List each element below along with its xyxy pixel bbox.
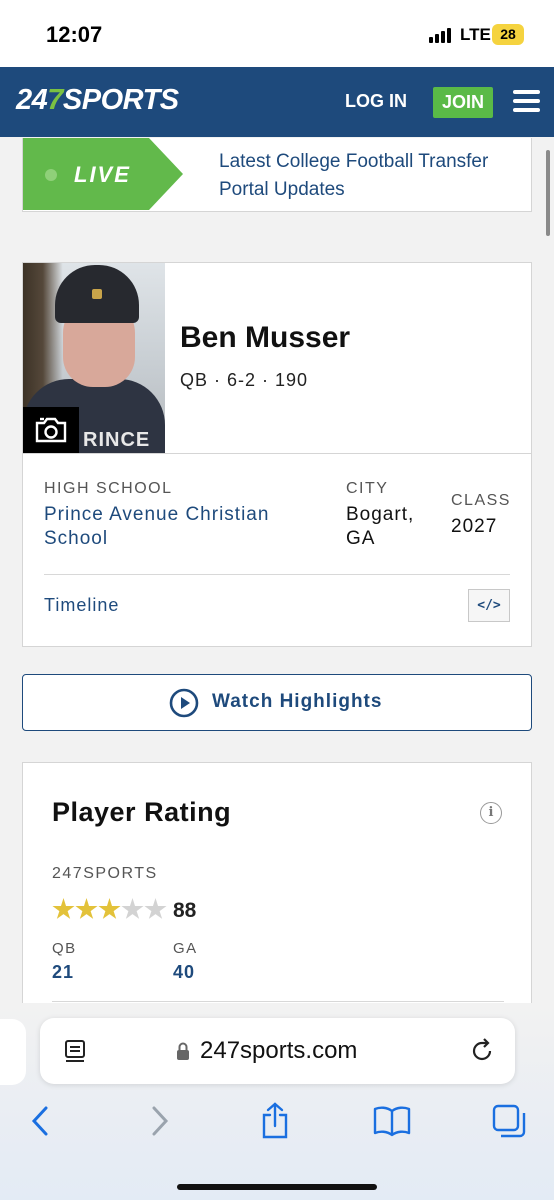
position-rank-link[interactable]: 21	[52, 962, 74, 983]
bookmarks-icon[interactable]	[372, 1101, 412, 1141]
class-value: 2027	[451, 516, 498, 537]
share-icon[interactable]	[255, 1101, 295, 1141]
live-headline-link[interactable]: Latest College Football Transfer Portal …	[219, 148, 519, 204]
divider	[23, 453, 531, 454]
photo-shirt-text: RINCE	[83, 429, 151, 451]
divider	[44, 574, 510, 575]
address-bar[interactable]: 247sports.com	[40, 1018, 515, 1084]
live-banner[interactable]: LIVE Latest College Football Transfer Po…	[22, 138, 532, 212]
logo-text-suffix: SPORTS	[62, 84, 179, 116]
logo-text-prefix: 24	[16, 84, 48, 116]
hamburger-menu-icon[interactable]	[513, 90, 540, 112]
star-empty-icon	[121, 898, 144, 919]
status-time: 12:07	[46, 22, 103, 47]
scrollbar[interactable]	[546, 150, 550, 236]
live-tag-label: LIVE	[74, 162, 131, 187]
high-school-link[interactable]: Prince Avenue Christian School	[44, 503, 304, 551]
star-filled-icon	[98, 898, 121, 919]
watch-highlights-label: Watch Highlights	[212, 691, 383, 712]
city-label: CITY	[346, 480, 389, 497]
high-school-label: HIGH SCHOOL	[44, 480, 173, 497]
live-tag: LIVE	[23, 138, 183, 210]
camera-icon[interactable]	[23, 407, 79, 453]
photo-beanie-logo	[92, 289, 102, 299]
embed-code-icon[interactable]: </>	[468, 589, 510, 622]
position-rank-label: QB	[52, 940, 77, 957]
home-indicator	[177, 1184, 377, 1190]
city-value: Bogart, GA	[346, 504, 415, 549]
play-circle-icon	[169, 688, 199, 718]
rating-source-label: 247SPORTS	[52, 865, 158, 882]
signal-icon	[429, 27, 455, 43]
back-icon[interactable]	[20, 1101, 60, 1141]
rating-score: 88	[173, 899, 197, 922]
player-profile-card: RINCE Ben Musser QB · 6-2 · 190 HIGH SCH…	[22, 262, 532, 647]
player-photo[interactable]: RINCE	[23, 263, 165, 453]
browser-toolbar: 247sports.com	[0, 1003, 554, 1200]
logo-text-seven: 7	[47, 84, 63, 116]
reload-icon[interactable]	[468, 1037, 496, 1065]
star-empty-icon	[144, 898, 167, 919]
status-bar: 12:07 LTE 28	[0, 0, 554, 67]
live-dot-icon	[45, 169, 57, 181]
star-filled-icon	[52, 898, 75, 919]
site-logo[interactable]: 247SPORTS	[16, 84, 179, 117]
class-label: CLASS	[451, 492, 511, 509]
info-icon[interactable]: i	[480, 802, 502, 824]
join-button[interactable]: JOIN	[433, 87, 493, 118]
player-rating-card: Player Rating i 247SPORTS 88 QB 21 GA 40	[22, 762, 532, 1022]
login-link[interactable]: LOG IN	[345, 91, 407, 112]
star-filled-icon	[75, 898, 98, 919]
forward-icon[interactable]	[140, 1101, 180, 1141]
divider	[52, 1001, 504, 1002]
state-rank-link[interactable]: 40	[173, 962, 195, 983]
previous-tab-preview[interactable]	[0, 1019, 26, 1085]
player-name: Ben Musser	[180, 321, 351, 354]
lock-icon	[177, 1042, 189, 1060]
timeline-link[interactable]: Timeline	[44, 595, 119, 616]
rating-title: Player Rating	[52, 797, 232, 827]
battery-icon: 28	[492, 24, 524, 45]
player-position-height-weight: QB · 6-2 · 190	[180, 370, 309, 390]
watch-highlights-button[interactable]: Watch Highlights	[22, 674, 532, 731]
network-label: LTE	[460, 25, 491, 44]
url-text: 247sports.com	[200, 1037, 358, 1064]
reader-icon[interactable]	[62, 1038, 88, 1064]
state-rank-label: GA	[173, 940, 198, 957]
site-header: 247SPORTS LOG IN JOIN	[0, 67, 554, 137]
tabs-icon[interactable]	[489, 1101, 529, 1141]
